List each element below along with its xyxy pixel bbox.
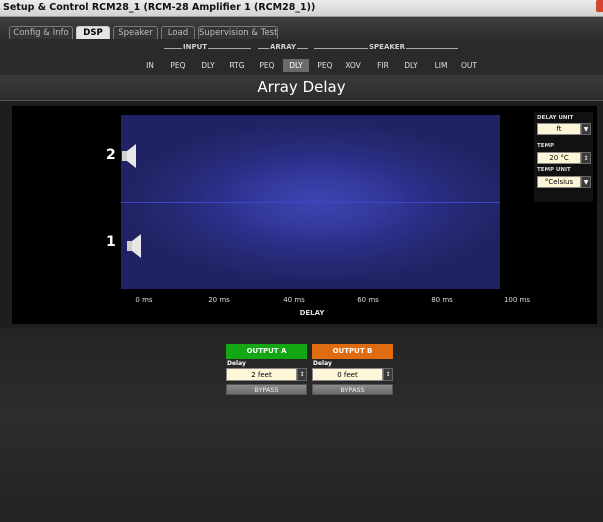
x-tick-0: 0 ms	[135, 296, 153, 304]
output-panel: OUTPUT A Delay 2 feet ↕ BYPASS OUTPUT B …	[0, 328, 603, 522]
speaker-2-label: 2	[106, 147, 116, 163]
stage-in[interactable]: IN	[140, 59, 160, 72]
window-title: Setup & Control RCM28_1 (RCM-28 Amplifie…	[3, 2, 316, 13]
group-input: INPUT	[164, 43, 251, 53]
stage-lim[interactable]: LIM	[430, 59, 452, 72]
stage-xov[interactable]: XOV	[342, 59, 364, 72]
tab-speaker[interactable]: Speaker	[113, 26, 158, 39]
temp-label: TEMP	[537, 143, 555, 149]
delay-unit-label: DELAY UNIT	[537, 115, 574, 121]
tab-dsp[interactable]: DSP	[76, 26, 110, 39]
signal-chain-nav: INPUT ARRAY SPEAKER IN PEQ DLY RTG PEQ D…	[0, 39, 603, 75]
stage-fir[interactable]: FIR	[372, 59, 394, 72]
group-input-label: INPUT	[182, 43, 209, 51]
tab-load[interactable]: Load	[161, 26, 195, 39]
close-icon[interactable]	[596, 0, 603, 12]
output-b-delay-label: Delay	[313, 360, 332, 367]
x-tick-80: 80 ms	[431, 296, 453, 304]
speaker-1-label: 1	[106, 234, 116, 250]
group-speaker: SPEAKER	[314, 43, 458, 53]
tab-config-info[interactable]: Config & Info	[9, 26, 73, 39]
output-a-delay-label: Delay	[227, 360, 246, 367]
speaker-1-icon[interactable]	[126, 233, 144, 259]
stage-out[interactable]: OUT	[458, 59, 480, 72]
output-a-header[interactable]: OUTPUT A	[226, 344, 307, 359]
output-b-header[interactable]: OUTPUT B	[312, 344, 393, 359]
output-b-delay-field[interactable]: 0 feet	[312, 368, 383, 381]
output-a-stepper-icon[interactable]: ↕	[297, 368, 307, 381]
page-title: Array Delay	[257, 78, 346, 96]
delay-unit-select[interactable]: ft	[537, 123, 581, 135]
output-b-stepper-icon[interactable]: ↕	[383, 368, 393, 381]
temp-field[interactable]: 20 °C	[537, 152, 581, 164]
stage-rtg[interactable]: RTG	[226, 59, 248, 72]
group-speaker-label: SPEAKER	[368, 43, 406, 51]
temp-unit-label: TEMP UNIT	[537, 167, 571, 173]
temp-unit-select[interactable]: °Celsius	[537, 176, 581, 188]
x-tick-40: 40 ms	[283, 296, 305, 304]
stage-array-dly[interactable]: DLY	[283, 59, 309, 72]
stage-array-peq[interactable]: PEQ	[256, 59, 278, 72]
stage-speaker-peq[interactable]: PEQ	[314, 59, 336, 72]
output-b-bypass-button[interactable]: BYPASS	[312, 384, 393, 395]
center-line	[121, 202, 500, 203]
x-tick-100: 100 ms	[503, 296, 531, 304]
speaker-2-icon[interactable]	[121, 143, 139, 169]
delay-field[interactable]	[121, 115, 500, 289]
stage-speaker-dly[interactable]: DLY	[400, 59, 422, 72]
group-array: ARRAY	[258, 43, 308, 53]
temp-stepper-icon[interactable]: ↕	[581, 152, 591, 164]
settings-panel: DELAY UNIT ft ▼ TEMP 20 °C ↕ TEMP UNIT °…	[534, 112, 593, 202]
array-delay-plot: 2 1 0 ms 20 ms 40 ms 60 ms 80 ms 100 ms …	[12, 106, 597, 324]
tab-supervision-test[interactable]: Supervision & Test	[198, 26, 278, 39]
x-axis-title: DELAY	[299, 309, 325, 317]
window-titlebar: Setup & Control RCM28_1 (RCM-28 Amplifie…	[0, 0, 603, 17]
output-a-delay-field[interactable]: 2 feet	[226, 368, 297, 381]
chevron-down-icon[interactable]: ▼	[581, 123, 591, 135]
x-tick-60: 60 ms	[357, 296, 379, 304]
stage-input-peq[interactable]: PEQ	[167, 59, 189, 72]
output-a-bypass-button[interactable]: BYPASS	[226, 384, 307, 395]
tab-bar: Config & Info DSP Speaker Load Supervisi…	[0, 17, 603, 39]
page-header: Array Delay	[0, 75, 603, 101]
x-tick-20: 20 ms	[208, 296, 230, 304]
group-array-label: ARRAY	[269, 43, 298, 51]
chevron-down-icon[interactable]: ▼	[581, 176, 591, 188]
stage-input-dly[interactable]: DLY	[197, 59, 219, 72]
